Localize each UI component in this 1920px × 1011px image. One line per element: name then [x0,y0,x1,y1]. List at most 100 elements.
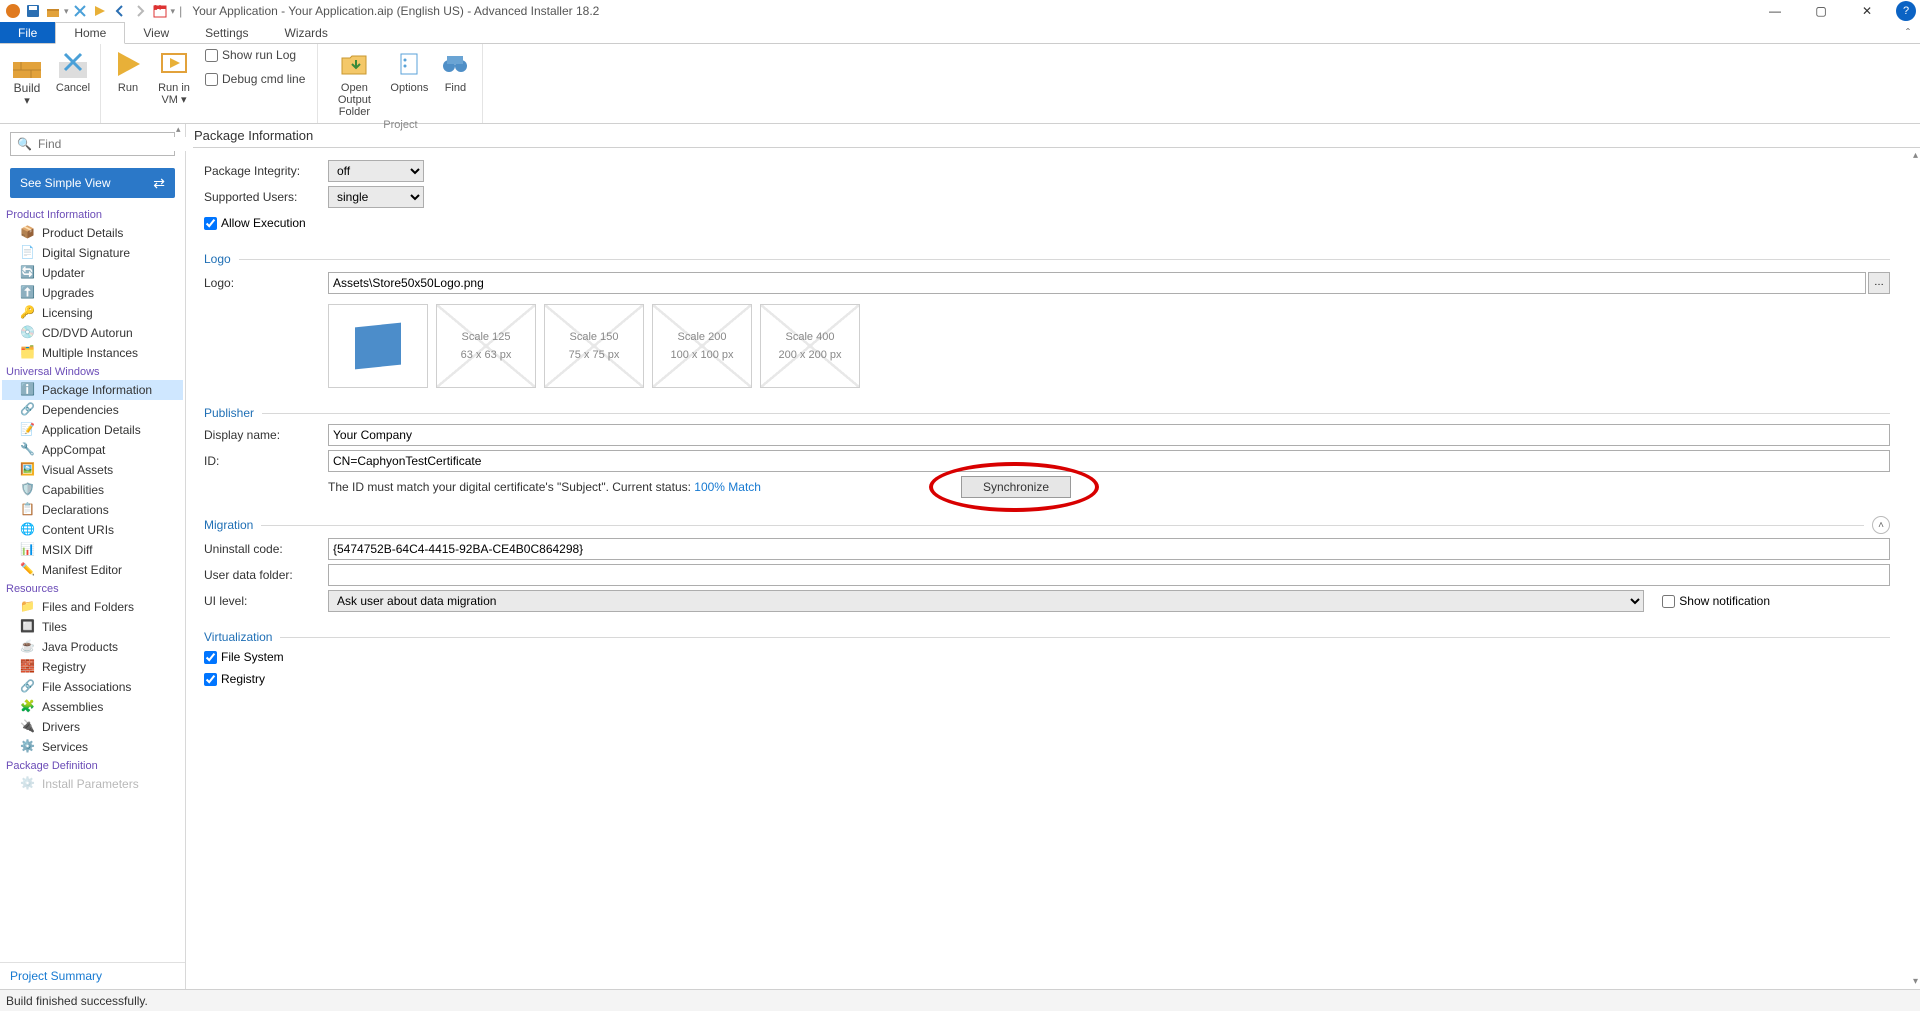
select-ui-level[interactable]: Ask user about data migration [328,590,1644,612]
item-appcompat[interactable]: 🔧AppCompat [2,440,183,460]
tab-file[interactable]: File [0,22,55,43]
label-package-integrity: Package Integrity: [204,164,328,178]
item-drivers[interactable]: 🔌Drivers [2,717,183,737]
app-icon: 📝 [20,422,36,438]
build-button[interactable]: Build▾ [6,46,48,107]
item-upgrades[interactable]: ⬆️Upgrades [2,283,183,303]
logo-tile-200[interactable]: Scale 200100 x 100 px [652,304,752,388]
tab-home[interactable]: Home [55,22,125,44]
item-install-params[interactable]: ⚙️Install Parameters [2,774,183,794]
input-logo-path[interactable] [328,272,1866,294]
window-title: Your Application - Your Application.aip … [192,4,599,18]
box-icon: 📦 [20,225,36,241]
show-run-log-checkbox[interactable]: Show run Log [203,46,307,64]
section-migration: Migration [204,518,253,532]
item-services[interactable]: ⚙️Services [2,737,183,757]
pane-collapse-icon[interactable]: ▴ [176,124,186,134]
debug-cmd-checkbox[interactable]: Debug cmd line [203,70,307,88]
logo-tile-400[interactable]: Scale 400200 x 200 px [760,304,860,388]
open-output-folder-button[interactable]: Open Output Folder [324,46,384,118]
compat-icon: 🔧 [20,442,36,458]
build-icon[interactable] [44,2,62,20]
item-licensing[interactable]: 🔑Licensing [2,303,183,323]
input-uninstall-code[interactable] [328,538,1890,560]
form-scroll-area[interactable]: ▴ ▾ Package Integrity: off Supported Use… [186,148,1920,989]
select-package-integrity[interactable]: off [328,160,424,182]
scroll-up-icon[interactable]: ▴ [1913,150,1918,161]
logo-tile-default[interactable] [328,304,428,388]
checkbox-virt-filesystem[interactable]: File System [204,646,1890,668]
logo-tile-125[interactable]: Scale 12563 x 63 px [436,304,536,388]
item-files-folders[interactable]: 📁Files and Folders [2,597,183,617]
tab-settings[interactable]: Settings [187,22,266,43]
item-msix-diff[interactable]: 📊MSIX Diff [2,540,183,560]
menu-bar: File Home View Settings Wizards ˆ [0,22,1920,44]
browse-logo-button[interactable]: … [1868,272,1890,294]
item-declarations[interactable]: 📋Declarations [2,500,183,520]
updater-icon: 🔄 [20,265,36,281]
shield-icon: 🛡️ [20,482,36,498]
help-button[interactable]: ? [1896,1,1916,21]
assoc-icon: 🔗 [20,679,36,695]
updates-badge: 24 [154,5,162,12]
item-digital-signature[interactable]: 📄Digital Signature [2,243,183,263]
tab-view[interactable]: View [125,22,187,43]
find-button[interactable]: Find [434,46,476,94]
input-user-data-folder[interactable] [328,564,1890,586]
info-icon: ℹ️ [20,382,36,398]
options-button[interactable]: Options [388,46,430,94]
minimize-button[interactable]: — [1752,0,1798,22]
navigation-tree[interactable]: Product Information 📦Product Details 📄Di… [0,206,185,962]
item-content-uris[interactable]: 🌐Content URIs [2,520,183,540]
run-in-vm-button[interactable]: Run in VM ▾ [153,46,195,106]
match-status-link[interactable]: 100% Match [694,480,761,494]
run-button[interactable]: Run [107,46,149,94]
tab-wizards[interactable]: Wizards [267,22,346,43]
forward-icon[interactable] [131,2,149,20]
cancel-build-button[interactable]: Cancel [52,46,94,94]
item-package-information[interactable]: ℹ️Package Information [2,380,183,400]
item-manifest-editor[interactable]: ✏️Manifest Editor [2,560,183,580]
cancel-icon[interactable] [71,2,89,20]
item-updater[interactable]: 🔄Updater [2,263,183,283]
item-assemblies[interactable]: 🧩Assemblies [2,697,183,717]
checkbox-show-notification[interactable]: Show notification [1662,594,1770,608]
see-simple-view-button[interactable]: See Simple View ⇄ [10,168,175,198]
item-java[interactable]: ☕Java Products [2,637,183,657]
tree-search-input[interactable]: 🔍 [10,132,175,156]
updates-icon[interactable]: 24 [151,2,169,20]
item-multiple-instances[interactable]: 🗂️Multiple Instances [2,343,183,363]
checkbox-allow-execution[interactable]: Allow Execution [204,212,1890,234]
cancel-build-icon [57,48,89,80]
label-display-name: Display name: [204,428,328,442]
close-button[interactable]: ✕ [1844,0,1890,22]
scroll-down-icon[interactable]: ▾ [1913,976,1918,987]
input-display-name[interactable] [328,424,1890,446]
item-registry[interactable]: 🧱Registry [2,657,183,677]
select-supported-users[interactable]: single [328,186,424,208]
maximize-button[interactable]: ▢ [1798,0,1844,22]
ribbon-collapse-icon[interactable]: ˆ [1896,22,1920,43]
item-product-details[interactable]: 📦Product Details [2,223,183,243]
item-capabilities[interactable]: 🛡️Capabilities [2,480,183,500]
options-icon [393,48,425,80]
logo-tile-150[interactable]: Scale 15075 x 75 px [544,304,644,388]
item-file-assoc[interactable]: 🔗File Associations [2,677,183,697]
back-icon[interactable] [111,2,129,20]
checkbox-virt-registry[interactable]: Registry [204,668,1890,690]
section-logo: Logo [204,252,231,266]
item-cddvd[interactable]: 💿CD/DVD Autorun [2,323,183,343]
input-publisher-id[interactable] [328,450,1890,472]
save-icon[interactable] [24,2,42,20]
image-icon: 🖼️ [20,462,36,478]
assembly-icon: 🧩 [20,699,36,715]
project-summary-link[interactable]: Project Summary [0,962,185,989]
section-collapse-icon[interactable]: ˄ [1872,516,1890,534]
item-visual-assets[interactable]: 🖼️Visual Assets [2,460,183,480]
item-tiles[interactable]: 🔲Tiles [2,617,183,637]
run-icon[interactable] [91,2,109,20]
synchronize-button[interactable]: Synchronize [961,476,1071,498]
item-dependencies[interactable]: 🔗Dependencies [2,400,183,420]
cat-package-definition: Package Definition [2,757,183,774]
item-application-details[interactable]: 📝Application Details [2,420,183,440]
